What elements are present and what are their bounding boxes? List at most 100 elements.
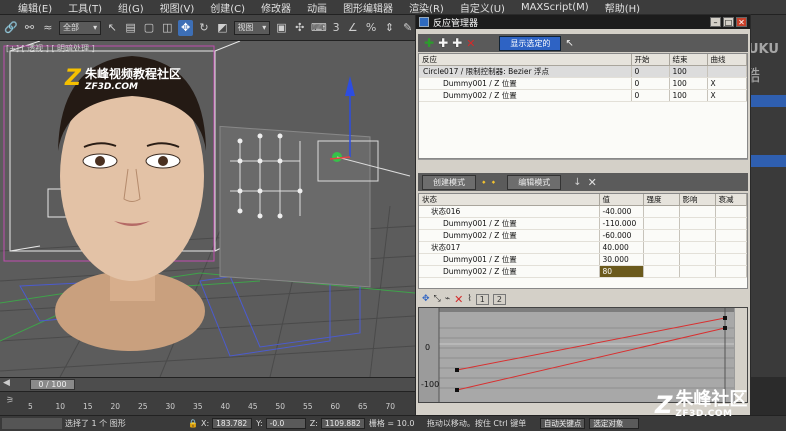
- time-slider-thumb[interactable]: 0 / 100: [30, 379, 75, 390]
- close-icon[interactable]: ✕: [736, 17, 747, 27]
- state-row[interactable]: Dummy001 / Z 位置 30.000: [419, 253, 747, 266]
- state-influence[interactable]: [679, 229, 716, 242]
- select-manipulate-icon[interactable]: ✣: [293, 20, 307, 36]
- auto-key-button[interactable]: 自动关键点: [539, 418, 586, 429]
- state-strength[interactable]: [643, 265, 680, 278]
- state-row[interactable]: 状态016 -40.000: [419, 205, 747, 218]
- pivot-icon[interactable]: ▣: [274, 20, 288, 36]
- menu-item[interactable]: 视图(V): [152, 0, 203, 15]
- state-falloff[interactable]: [715, 265, 747, 278]
- time-slider[interactable]: 0 / 100 ◀: [0, 377, 415, 391]
- col-end[interactable]: 结束: [669, 54, 708, 66]
- y-coord-field[interactable]: -0.0: [265, 418, 306, 429]
- add-driver-icon[interactable]: ✚: [438, 36, 448, 50]
- col-strength[interactable]: 强度: [643, 194, 680, 206]
- state-value[interactable]: -110.000: [599, 217, 644, 230]
- add-reaction-icon[interactable]: ✚: [424, 36, 434, 50]
- col-start[interactable]: 开始: [631, 54, 670, 66]
- insert-key-icon[interactable]: ⌁: [445, 294, 450, 304]
- move-icon[interactable]: ✥: [178, 19, 193, 36]
- window-crossing-icon[interactable]: ◫: [160, 20, 174, 36]
- menu-item[interactable]: 修改器: [253, 0, 299, 15]
- reference-coord-dropdown[interactable]: 视图 ▾: [233, 20, 271, 35]
- rotate-icon[interactable]: ↻: [197, 20, 211, 36]
- bind-icon[interactable]: ≈: [41, 20, 55, 36]
- curve-tab-2[interactable]: 2: [492, 293, 506, 305]
- create-state-icon[interactable]: ⬩: [482, 177, 486, 188]
- delete-key-icon[interactable]: ✕: [454, 293, 463, 306]
- state-influence[interactable]: [679, 241, 716, 254]
- angle-snap-icon[interactable]: ∠: [346, 20, 360, 36]
- link-icon[interactable]: 🔗: [4, 20, 18, 36]
- x-coord-field[interactable]: 183.782: [212, 418, 253, 429]
- state-row[interactable]: Dummy002 / Z 位置 -60.000: [419, 229, 747, 242]
- state-influence[interactable]: [679, 265, 716, 278]
- select-object-icon[interactable]: ↖: [105, 20, 119, 36]
- track-bar-icon[interactable]: ⚞: [6, 396, 14, 406]
- reaction-row[interactable]: Circle017 / 限制控制器: Bezier 浮点 0 100: [419, 65, 747, 78]
- state-falloff[interactable]: [715, 229, 747, 242]
- minimize-icon[interactable]: –: [710, 17, 721, 27]
- state-strength[interactable]: [643, 241, 680, 254]
- track-bar[interactable]: ⚞ 5 10 15 20 25 30 35 40 45 50 55 60 65 70: [0, 391, 415, 415]
- menu-item[interactable]: 帮助(H): [597, 0, 648, 15]
- col-influence[interactable]: 影响: [679, 194, 716, 206]
- reaction-manager-window[interactable]: 反应管理器 – □ ✕ ✚ ✚ ✚ ✕ 显示选定的 ↖ 反应 开始 结束 曲线 …: [415, 14, 751, 416]
- menu-item[interactable]: 图形编辑器: [335, 0, 401, 15]
- menu-item[interactable]: 工具(T): [60, 0, 110, 15]
- col-curve[interactable]: 曲线: [707, 54, 747, 66]
- curve-tangent-icon[interactable]: ⌇: [467, 294, 471, 304]
- state-influence[interactable]: [679, 253, 716, 266]
- move-key-icon[interactable]: ✥: [422, 294, 430, 304]
- pick-icon[interactable]: ↖: [565, 38, 573, 49]
- state-strength[interactable]: [643, 253, 680, 266]
- state-strength[interactable]: [643, 217, 680, 230]
- state-value[interactable]: -60.000: [599, 229, 644, 242]
- reaction-list-scrollbar[interactable]: [418, 159, 748, 165]
- edit-mode-button[interactable]: 编辑模式: [507, 174, 562, 190]
- curve-tab-1[interactable]: 1: [475, 293, 489, 305]
- menu-item[interactable]: 组(G): [110, 0, 152, 15]
- col-reaction[interactable]: 反应: [419, 54, 632, 66]
- menu-item[interactable]: 动画: [299, 0, 335, 15]
- perspective-viewport[interactable]: [+] [ 透视 ] [ 明暗处理 ] Z 朱峰视频教程社区 ZF3D.COM: [0, 41, 415, 377]
- create-mode-button[interactable]: 创建模式: [422, 174, 476, 190]
- scale-icon[interactable]: ◩: [215, 20, 229, 36]
- selection-set-dropdown[interactable]: 选定对象: [589, 418, 640, 429]
- state-falloff[interactable]: [715, 253, 747, 266]
- reaction-list[interactable]: 反应 开始 结束 曲线 Circle017 / 限制控制器: Bezier 浮点…: [418, 53, 748, 159]
- menu-item[interactable]: MAXScript(M): [513, 2, 597, 13]
- state-row[interactable]: Dummy002 / Z 位置 80: [419, 265, 747, 278]
- state-row[interactable]: 状态017 40.000: [419, 241, 747, 254]
- state-strength[interactable]: [643, 229, 680, 242]
- menu-item[interactable]: 创建(C): [202, 0, 253, 15]
- state-falloff[interactable]: [715, 205, 747, 218]
- delete-reaction-icon[interactable]: ✕: [466, 37, 475, 50]
- select-by-name-icon[interactable]: ▤: [123, 20, 137, 36]
- keyboard-shortcut-icon[interactable]: ⌨: [311, 20, 327, 36]
- percent-snap-icon[interactable]: %: [364, 20, 378, 36]
- snap-toggle[interactable]: 3: [331, 20, 342, 36]
- time-prev-icon[interactable]: ◀: [3, 378, 10, 388]
- state-influence[interactable]: [679, 205, 716, 218]
- rect-select-icon[interactable]: ▢: [142, 20, 156, 36]
- reaction-row[interactable]: Dummy001 / Z 位置 0 100 X: [419, 77, 747, 90]
- set-state-icon[interactable]: ↓: [573, 177, 581, 188]
- menu-item[interactable]: 编辑(E): [10, 0, 60, 15]
- menu-item[interactable]: 渲染(R): [401, 0, 452, 15]
- maxscript-listener[interactable]: [2, 418, 62, 429]
- lock-icon[interactable]: 🔒: [188, 419, 198, 428]
- state-value[interactable]: 30.000: [599, 253, 644, 266]
- reaction-row[interactable]: Dummy002 / Z 位置 0 100 X: [419, 89, 747, 102]
- z-coord-field[interactable]: 1109.882: [320, 418, 365, 429]
- col-value[interactable]: 值: [599, 194, 644, 206]
- state-strength[interactable]: [643, 205, 680, 218]
- state-falloff[interactable]: [715, 241, 747, 254]
- add-driven-icon[interactable]: ✚: [452, 36, 462, 50]
- spinner-snap-icon[interactable]: ⇕: [382, 20, 396, 36]
- col-falloff[interactable]: 衰减: [715, 194, 747, 206]
- selection-filter-dropdown[interactable]: 全部 ▾: [59, 20, 102, 35]
- show-selected-button[interactable]: 显示选定的: [499, 35, 562, 51]
- scale-key-icon[interactable]: ⤡: [434, 294, 441, 304]
- col-state[interactable]: 状态: [419, 194, 600, 206]
